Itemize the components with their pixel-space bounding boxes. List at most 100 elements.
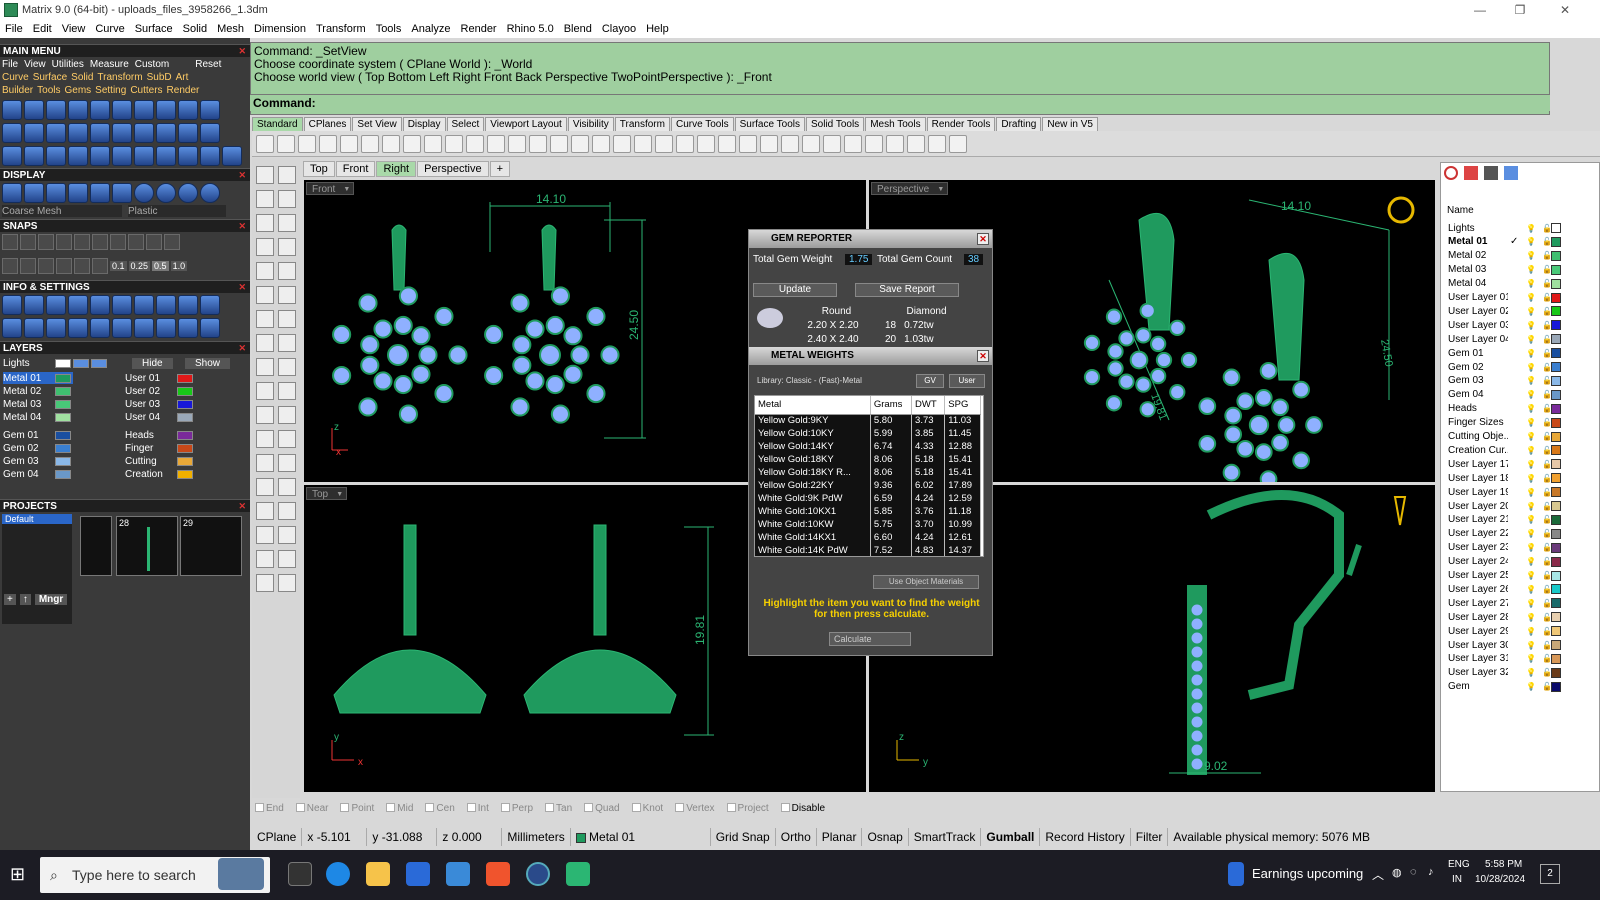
- layer-color-swatch[interactable]: [1551, 570, 1561, 581]
- check-icon[interactable]: [278, 550, 296, 568]
- four-views-icon[interactable]: [592, 134, 610, 153]
- checkbox-icon[interactable]: [386, 803, 396, 813]
- save-report-button[interactable]: Save Report: [855, 283, 959, 297]
- snap-step-01[interactable]: 0.1: [110, 261, 127, 271]
- frame-icon[interactable]: [156, 295, 176, 315]
- layer-list-item[interactable]: Metal 02 💡 🔓: [1448, 249, 1598, 263]
- disk-icon[interactable]: [200, 123, 220, 143]
- copy-icon[interactable]: [382, 134, 400, 153]
- check-icon[interactable]: [156, 123, 176, 143]
- status-filter[interactable]: Filter: [1131, 828, 1169, 846]
- layer-color-swatch[interactable]: [1551, 250, 1561, 261]
- use-object-materials-button[interactable]: Use Object Materials: [873, 575, 979, 589]
- loft-icon[interactable]: [278, 286, 296, 304]
- mm-subd[interactable]: SubD: [147, 72, 172, 83]
- layer-list-item[interactable]: User Layer 32 💡 🔓: [1448, 666, 1598, 680]
- layer-list-item[interactable]: Gem 02 💡 🔓: [1448, 360, 1598, 374]
- layer-swatch[interactable]: [177, 443, 193, 453]
- circle-icon[interactable]: [222, 146, 242, 166]
- layer-swatch[interactable]: [177, 399, 193, 409]
- status-gumball[interactable]: Gumball: [981, 828, 1041, 846]
- layer-list-item[interactable]: Metal 04 💡 🔓: [1448, 277, 1598, 291]
- layer-visible-bulb-icon[interactable]: 💡: [1526, 654, 1536, 663]
- shade-icon[interactable]: [760, 134, 778, 153]
- snap-cen-icon[interactable]: [92, 234, 108, 250]
- circle-icon[interactable]: [256, 214, 274, 232]
- layer-list-item[interactable]: Gem 01 💡 🔓: [1448, 346, 1598, 360]
- project-thumb-28[interactable]: 28: [116, 516, 178, 576]
- gem-row-2[interactable]: 2.40 X 2.40 20 1.03tw: [789, 334, 933, 345]
- fillet-icon[interactable]: [256, 430, 274, 448]
- new-icon[interactable]: [256, 134, 274, 153]
- osnap-perp[interactable]: Perp: [500, 803, 533, 814]
- layer-visible-bulb-icon[interactable]: 💡: [1526, 557, 1536, 566]
- layer-visible-bulb-icon[interactable]: 💡: [1526, 363, 1536, 372]
- channel-icon[interactable]: [200, 100, 220, 120]
- osnap-project[interactable]: Project: [726, 803, 769, 814]
- close-icon[interactable]: ✕: [238, 500, 246, 513]
- mm-transform[interactable]: Transform: [97, 72, 142, 83]
- snap-knot-icon[interactable]: [164, 234, 180, 250]
- brave-browser-icon[interactable]: [486, 862, 510, 886]
- layer-list-item[interactable]: User Layer 25 💡 🔓: [1448, 569, 1598, 583]
- sphere-silver-icon[interactable]: [178, 183, 198, 203]
- mm-solid[interactable]: Solid: [71, 72, 93, 83]
- clock-date[interactable]: 10/28/2024: [1475, 874, 1525, 885]
- status-grid-snap[interactable]: Grid Snap: [711, 828, 776, 846]
- snap-point-icon[interactable]: [56, 234, 72, 250]
- layer-row-finger[interactable]: Finger: [125, 442, 195, 454]
- layer-visible-bulb-icon[interactable]: 💡: [1526, 418, 1536, 427]
- script-icon[interactable]: [949, 134, 967, 153]
- mm-gems[interactable]: Gems: [65, 85, 92, 96]
- frame-icon[interactable]: [134, 100, 154, 120]
- monitor-icon[interactable]: [24, 318, 44, 338]
- language-indicator[interactable]: ENG: [1448, 859, 1470, 870]
- region-indicator[interactable]: IN: [1452, 874, 1462, 885]
- box-icon[interactable]: [256, 502, 274, 520]
- arch-icon[interactable]: [68, 123, 88, 143]
- close-icon[interactable]: ✕: [238, 169, 246, 182]
- metal-weights-titlebar[interactable]: METAL WEIGHTS ✕: [749, 347, 992, 365]
- layer-color-swatch[interactable]: [1551, 236, 1561, 247]
- open-icon[interactable]: [277, 134, 295, 153]
- box-icon[interactable]: [178, 146, 198, 166]
- analyze-icon[interactable]: [256, 550, 274, 568]
- layer-visible-bulb-icon[interactable]: 💡: [1526, 571, 1536, 580]
- project-thumb-1[interactable]: [80, 516, 112, 576]
- lights-icon[interactable]: [134, 295, 154, 315]
- join-icon[interactable]: [256, 406, 274, 424]
- import-icon[interactable]: [340, 134, 358, 153]
- layer-row-cutting[interactable]: Cutting: [125, 455, 195, 467]
- layer-swatch[interactable]: [177, 412, 193, 422]
- layer-toggle[interactable]: [91, 358, 107, 368]
- heart-icon[interactable]: [90, 123, 110, 143]
- up-project-button[interactable]: ↑: [19, 593, 31, 605]
- layer-color-swatch[interactable]: [1551, 417, 1561, 428]
- status-cplane[interactable]: CPlane: [252, 828, 303, 846]
- layer-swatch[interactable]: [177, 373, 193, 383]
- tab-select[interactable]: Select: [446, 117, 485, 131]
- layer-visible-bulb-icon[interactable]: 💡: [1526, 488, 1536, 497]
- layer-color-swatch[interactable]: [1551, 584, 1561, 595]
- layer-list-item[interactable]: User Layer 21 💡 🔓: [1448, 513, 1598, 527]
- layer-row-user-02[interactable]: User 02: [125, 385, 195, 397]
- dots-icon[interactable]: [278, 190, 296, 208]
- freeform-icon[interactable]: [278, 262, 296, 280]
- layer-list-item[interactable]: User Layer 26 💡 🔓: [1448, 582, 1598, 596]
- close-icon[interactable]: ✕: [238, 281, 246, 294]
- layer-color-swatch[interactable]: [1551, 501, 1561, 511]
- layer-visible-bulb-icon[interactable]: 💡: [1526, 613, 1536, 622]
- table-row[interactable]: White Gold:10KW 5.75 3.70 10.99: [755, 518, 981, 531]
- layer-list-item[interactable]: User Layer 27 💡 🔓: [1448, 596, 1598, 610]
- status-layer[interactable]: Metal 01: [571, 828, 711, 846]
- move-icon[interactable]: [256, 478, 274, 496]
- tab-transform[interactable]: Transform: [614, 117, 670, 131]
- layer-row-user-04[interactable]: User 04: [125, 411, 195, 423]
- close-icon[interactable]: ✕: [977, 350, 989, 362]
- osnap-mid[interactable]: Mid: [386, 803, 413, 814]
- text-icon[interactable]: [256, 454, 274, 472]
- close-icon[interactable]: ✕: [238, 220, 246, 233]
- layer-list-item[interactable]: Heads 💡 🔓: [1448, 402, 1598, 416]
- layer-list-item[interactable]: Gem 💡 🔓: [1448, 680, 1598, 694]
- rectangle-icon[interactable]: [278, 238, 296, 256]
